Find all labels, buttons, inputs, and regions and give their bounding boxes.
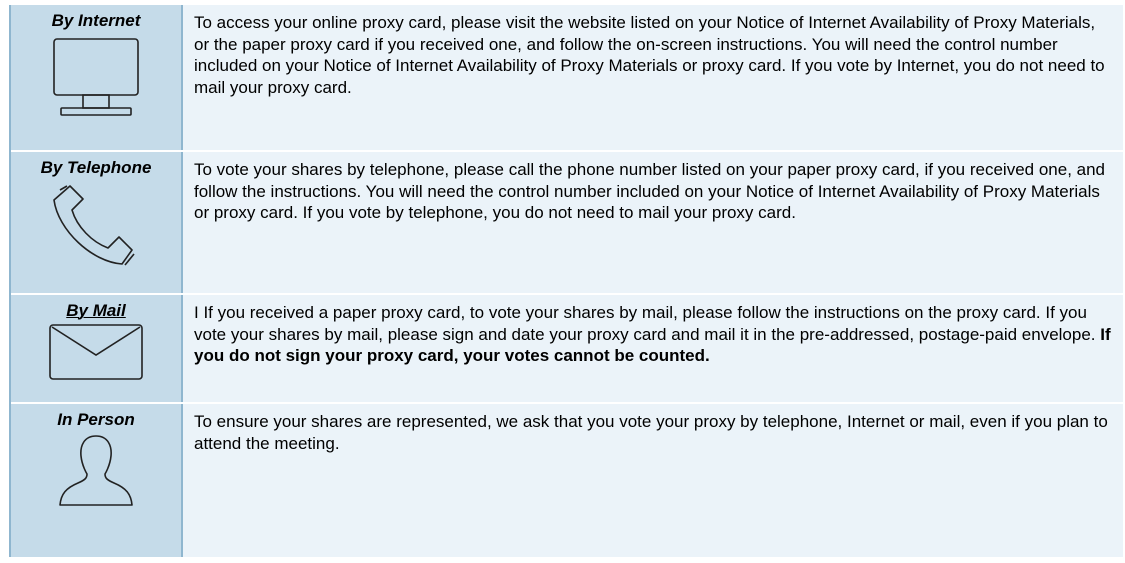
method-description-text: I If you received a paper proxy card, to… bbox=[194, 303, 1101, 344]
method-cell: By Telephone bbox=[11, 152, 183, 293]
voting-method-row-mail: By Mail I If you received a paper proxy … bbox=[11, 295, 1123, 404]
voting-method-row-internet: By Internet To access your online proxy … bbox=[11, 5, 1123, 152]
method-title: By Mail bbox=[66, 301, 126, 320]
voting-methods-table: By Internet To access your online proxy … bbox=[9, 5, 1123, 557]
computer-monitor-icon bbox=[11, 35, 181, 121]
method-title: By Telephone bbox=[40, 158, 152, 177]
method-description: To vote your shares by telephone, please… bbox=[183, 152, 1123, 293]
method-cell: By Internet bbox=[11, 5, 183, 150]
telephone-handset-icon bbox=[11, 182, 181, 280]
method-cell: In Person bbox=[11, 404, 183, 557]
voting-method-row-in-person: In Person To ensure your shares are repr… bbox=[11, 404, 1123, 557]
method-description: To ensure your shares are represented, w… bbox=[183, 404, 1123, 557]
person-silhouette-icon bbox=[11, 432, 181, 508]
method-title: In Person bbox=[57, 410, 135, 429]
method-description: I If you received a paper proxy card, to… bbox=[183, 295, 1123, 402]
method-title: By Internet bbox=[51, 11, 141, 30]
voting-method-row-telephone: By Telephone To vote your shares by tele… bbox=[11, 152, 1123, 295]
method-cell: By Mail bbox=[11, 295, 183, 402]
envelope-icon bbox=[11, 323, 181, 381]
method-description: To access your online proxy card, please… bbox=[183, 5, 1123, 150]
